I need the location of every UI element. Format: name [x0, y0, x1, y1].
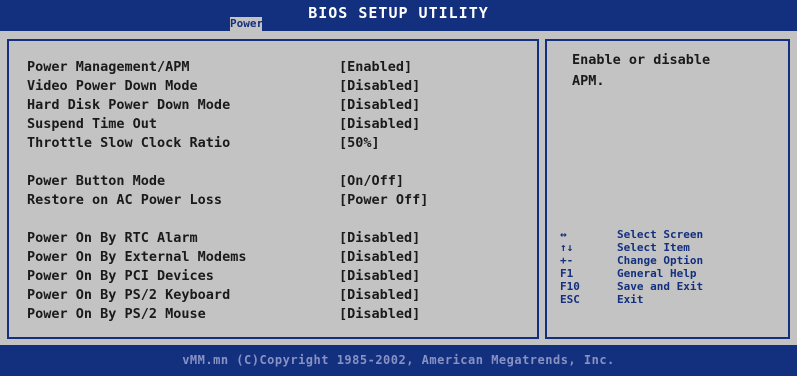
setting-value[interactable]: [Power Off] — [339, 191, 428, 209]
key-legend-change-option: +- Change Option — [560, 254, 780, 267]
copyright-text: vMM.mn (C)Copyright 1985-2002, American … — [182, 353, 615, 367]
key-legend-general-help: F1 General Help — [560, 267, 780, 280]
setting-value[interactable]: [Disabled] — [339, 248, 420, 266]
setting-suspend-time-out[interactable]: Suspend Time Out [Disabled] — [27, 115, 527, 133]
setting-label: Power On By PS/2 Mouse — [27, 306, 206, 322]
key-label: F10 — [560, 280, 580, 293]
setting-label: Power Management/APM — [27, 59, 190, 75]
setting-power-on-by-pci-devices[interactable]: Power On By PCI Devices [Disabled] — [27, 267, 527, 285]
setting-label: Restore on AC Power Loss — [27, 192, 223, 208]
setting-power-management-apm[interactable]: Power Management/APM [Enabled] — [27, 58, 527, 76]
setting-value[interactable]: [50%] — [339, 134, 380, 152]
setting-value[interactable]: [Disabled] — [339, 286, 420, 304]
help-line: Enable or disable — [572, 52, 711, 68]
key-label: ESC — [560, 293, 580, 306]
setting-label: Power Button Mode — [27, 173, 166, 189]
key-description: Select Item — [617, 241, 690, 254]
setting-power-on-by-ps2-keyboard[interactable]: Power On By PS/2 Keyboard [Disabled] — [27, 286, 527, 304]
setting-label: Power On By PCI Devices — [27, 268, 214, 284]
setting-value[interactable]: [Disabled] — [339, 267, 420, 285]
key-label: ↔ — [560, 228, 567, 241]
key-label: F1 — [560, 267, 574, 280]
key-legend-exit: ESC Exit — [560, 293, 780, 306]
setting-value[interactable]: [Disabled] — [339, 96, 420, 114]
setting-value[interactable]: [Disabled] — [339, 115, 420, 133]
setting-label: Throttle Slow Clock Ratio — [27, 135, 231, 151]
key-legend-select-screen: ↔ Select Screen — [560, 228, 780, 241]
setting-label: Hard Disk Power Down Mode — [27, 97, 231, 113]
setting-power-on-by-ps2-mouse[interactable]: Power On By PS/2 Mouse [Disabled] — [27, 305, 527, 323]
setting-value[interactable]: [Disabled] — [339, 77, 420, 95]
window-title: BIOS SETUP UTILITY — [308, 4, 489, 22]
setting-video-power-down-mode[interactable]: Video Power Down Mode [Disabled] — [27, 77, 527, 95]
tab-power[interactable]: Power — [230, 17, 263, 31]
setting-power-on-by-rtc-alarm[interactable]: Power On By RTC Alarm [Disabled] — [27, 229, 527, 247]
key-legend-select-item: ↑↓ Select Item — [560, 241, 780, 254]
key-label: ↑↓ — [560, 241, 574, 254]
setting-restore-on-ac-power-loss[interactable]: Restore on AC Power Loss [Power Off] — [27, 191, 527, 209]
setting-value[interactable]: [Disabled] — [339, 229, 420, 247]
setting-value[interactable]: [Disabled] — [339, 305, 420, 323]
help-description: Enable or disable APM. — [572, 50, 772, 92]
title-bar: BIOS SETUP UTILITY Power — [0, 0, 797, 31]
setting-hard-disk-power-down-mode[interactable]: Hard Disk Power Down Mode [Disabled] — [27, 96, 527, 114]
key-label: +- — [560, 254, 574, 267]
setting-label: Power On By External Modems — [27, 249, 247, 265]
setting-label: Suspend Time Out — [27, 116, 158, 132]
setting-label: Power On By RTC Alarm — [27, 230, 198, 246]
key-description: Save and Exit — [617, 280, 704, 293]
help-line: APM. — [572, 73, 605, 89]
setting-label: Power On By PS/2 Keyboard — [27, 287, 231, 303]
setting-power-on-by-external-modems[interactable]: Power On By External Modems [Disabled] — [27, 248, 527, 266]
key-description: Select Screen — [617, 228, 704, 241]
setting-value[interactable]: [Enabled] — [339, 58, 412, 76]
setting-power-button-mode[interactable]: Power Button Mode [On/Off] — [27, 172, 527, 190]
key-description: General Help — [617, 267, 697, 280]
footer-bar: vMM.mn (C)Copyright 1985-2002, American … — [0, 345, 797, 376]
setting-throttle-slow-clock-ratio[interactable]: Throttle Slow Clock Ratio [50%] — [27, 134, 527, 152]
key-description: Exit — [617, 293, 644, 306]
setting-label: Video Power Down Mode — [27, 78, 198, 94]
key-legend-save-and-exit: F10 Save and Exit — [560, 280, 780, 293]
key-description: Change Option — [617, 254, 704, 267]
setting-value[interactable]: [On/Off] — [339, 172, 404, 190]
